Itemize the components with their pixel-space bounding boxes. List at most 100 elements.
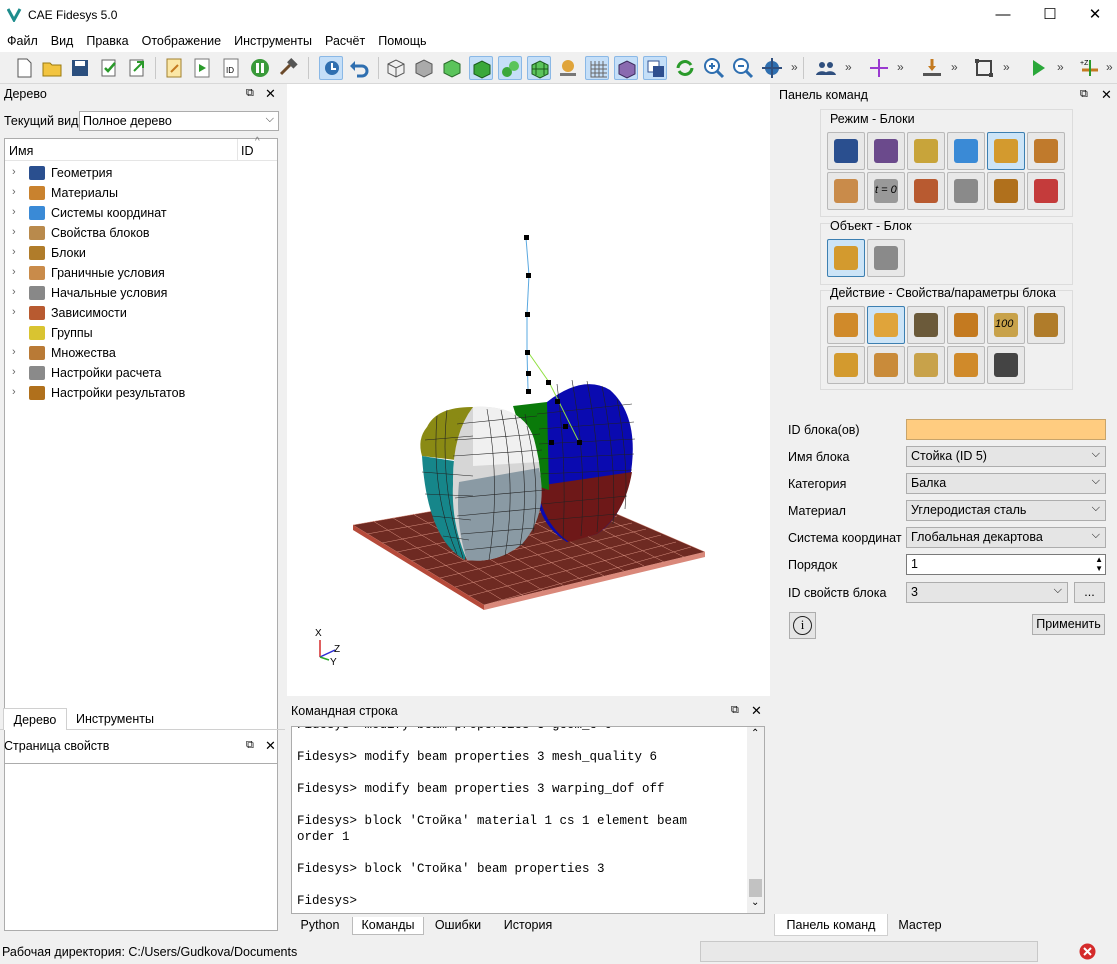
block-ids-input[interactable] [906,419,1106,440]
float-panel-icon[interactable]: ⧉ [246,87,254,100]
save-icon[interactable] [68,56,92,80]
run-calculation-icon[interactable] [1026,56,1050,80]
tree-item[interactable]: › Граничные условия [5,263,277,283]
action-button[interactable] [867,306,905,344]
move-z-icon[interactable]: +Z [1078,56,1102,80]
bounding-box-icon[interactable] [972,56,996,80]
column-name[interactable]: Имя [9,144,33,158]
tree-item[interactable]: › Зависимости [5,303,277,323]
menu-edit[interactable]: Правка [79,30,134,48]
tree-item[interactable]: › Материалы [5,183,277,203]
spin-arrows-icon[interactable]: ▲ ▼ [1095,555,1103,573]
tree-item[interactable]: › Настройки расчета [5,363,277,383]
tree-item[interactable]: › Геометрия [5,163,277,183]
balls-view-icon[interactable] [498,56,522,80]
toolbar-overflow-icon[interactable]: » [1003,60,1010,74]
ground-load-icon[interactable] [920,56,944,80]
export-check-icon[interactable] [97,56,121,80]
tab-history[interactable]: История [492,917,564,935]
tab-python[interactable]: Python [290,917,350,935]
run-script-icon[interactable] [190,56,214,80]
column-id[interactable]: ID [241,144,254,158]
crosshair-icon[interactable] [867,56,891,80]
block-props-id-select[interactable]: 3 ⌵ [906,582,1068,603]
close-panel-icon[interactable]: ✕ [265,738,276,754]
toolbar-overflow-icon[interactable]: » [845,60,852,74]
new-file-icon[interactable] [12,56,36,80]
current-view-select[interactable]: Полное дерево ⌵ [79,111,279,131]
script-edit-icon[interactable] [162,56,186,80]
action-button[interactable] [827,306,865,344]
action-button[interactable] [947,346,985,384]
menu-help[interactable]: Помощь [371,30,432,48]
tree-item[interactable]: ›Группы [5,323,277,343]
solid-view-icon[interactable] [469,56,493,80]
action-button[interactable] [827,346,865,384]
cube-perspective-icon[interactable] [614,56,638,80]
chevron-right-icon[interactable]: › [12,286,16,298]
chevron-right-icon[interactable]: › [12,306,16,318]
mode-button[interactable] [907,172,945,210]
chevron-right-icon[interactable]: › [12,266,16,278]
toolbar-overflow-icon[interactable]: » [897,60,904,74]
tab-errors[interactable]: Ошибки [426,917,490,935]
tree-item[interactable]: › Системы координат [5,203,277,223]
chevron-right-icon[interactable]: › [12,346,16,358]
tab-tree[interactable]: Дерево [3,708,67,730]
float-panel-icon[interactable]: ⧉ [731,704,739,717]
zoom-in-icon[interactable] [702,56,726,80]
action-button[interactable] [1027,306,1065,344]
action-button[interactable] [947,306,985,344]
object-button[interactable] [827,239,865,277]
tab-command-panel[interactable]: Панель команд [774,914,888,936]
command-scrollbar[interactable]: ⌃ ⌄ [747,727,764,913]
hammer-tool-icon[interactable] [277,56,301,80]
maximize-button[interactable]: ☐ [1027,0,1073,30]
error-status-icon[interactable] [1079,943,1096,960]
action-button[interactable] [907,306,945,344]
mode-button[interactable] [1027,132,1065,170]
mode-button[interactable] [907,132,945,170]
mode-button[interactable] [987,132,1025,170]
zoom-out-icon[interactable] [731,56,755,80]
action-button[interactable]: 100 [987,306,1025,344]
info-button[interactable]: i [789,612,816,639]
tab-commands[interactable]: Команды [352,917,424,935]
chevron-right-icon[interactable]: › [12,226,16,238]
tab-wizard[interactable]: Мастер [890,914,950,936]
chevron-right-icon[interactable]: › [12,186,16,198]
menu-file[interactable]: Файл [0,30,44,48]
float-panel-icon[interactable]: ⧉ [1080,88,1088,101]
graphics-viewport[interactable]: X Z Y [287,84,770,696]
chevron-right-icon[interactable]: › [12,206,16,218]
scroll-up-icon[interactable]: ⌃ [751,728,759,739]
close-button[interactable]: ✕ [1072,0,1117,30]
selection-mode-icon[interactable] [319,56,343,80]
tree-item[interactable]: › Свойства блоков [5,223,277,243]
action-button[interactable] [987,346,1025,384]
scroll-thumb[interactable] [749,879,762,897]
tree-item[interactable]: › Множества [5,343,277,363]
block-name-select[interactable]: Стойка (ID 5) ⌵ [906,446,1106,467]
tree-item[interactable]: › Начальные условия [5,283,277,303]
users-icon[interactable] [814,56,838,80]
mode-button[interactable] [987,172,1025,210]
tab-tools[interactable]: Инструменты [68,708,162,730]
chevron-right-icon[interactable]: › [12,166,16,178]
toolbar-overflow-icon[interactable]: » [1106,60,1113,74]
mesh-view-icon[interactable] [527,56,551,80]
close-panel-icon[interactable]: ✕ [751,703,762,719]
close-panel-icon[interactable]: ✕ [1101,87,1112,103]
mode-button[interactable] [867,132,905,170]
action-button[interactable] [867,346,905,384]
menu-view[interactable]: Вид [44,30,80,48]
chevron-right-icon[interactable]: › [12,366,16,378]
windows-view-icon[interactable] [643,56,667,80]
command-output[interactable]: Fidesys> modify beam properties 3 geom_e… [291,726,765,914]
menu-display[interactable]: Отображение [135,30,227,48]
minimize-button[interactable]: — [980,0,1026,30]
open-folder-icon[interactable] [40,56,64,80]
tree-item[interactable]: › Настройки результатов [5,383,277,403]
browse-button[interactable]: ... [1074,582,1105,603]
float-panel-icon[interactable]: ⧉ [246,739,254,752]
